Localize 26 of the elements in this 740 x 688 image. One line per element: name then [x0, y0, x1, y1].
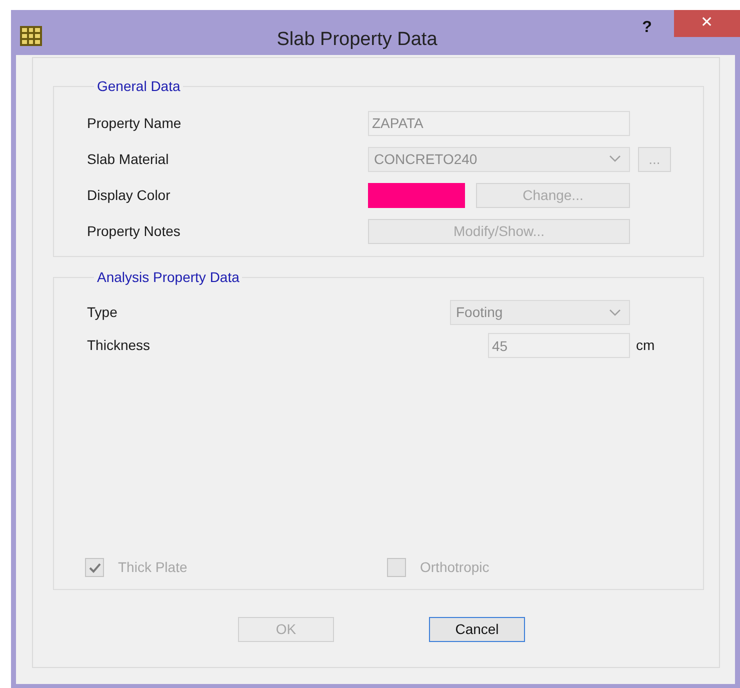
close-button[interactable]: ✕ [674, 10, 740, 37]
group-title: General Data [96, 77, 182, 96]
chevron-down-icon [609, 155, 621, 163]
help-button[interactable]: ? [632, 16, 662, 38]
checkbox-label: Thick Plate [118, 558, 188, 577]
unit-label: cm [636, 336, 655, 355]
checkbox-label: Orthotropic [420, 558, 490, 577]
grid-app-icon [20, 26, 42, 46]
field-label: Thickness [87, 336, 152, 355]
change-button[interactable]: Change... [476, 182, 630, 208]
chevron-down-icon [609, 308, 621, 316]
group-title: Analysis Property Data [96, 268, 240, 287]
field-label: Type [87, 303, 118, 322]
dialog-button[interactable]: Cancel [429, 617, 525, 642]
dropdown[interactable]: CONCRETO240 [368, 146, 630, 172]
field-label: Property Notes [87, 222, 182, 241]
checkmark-icon [88, 562, 100, 572]
window-title: Slab Property Data [276, 28, 438, 52]
modify-button[interactable]: Modify/Show... [368, 218, 630, 244]
field-label: Slab Material [87, 150, 170, 168]
field-label: Property Name [87, 114, 182, 133]
dropdown[interactable]: Footing [450, 300, 630, 325]
text-field[interactable]: 45 [488, 333, 630, 358]
field-label: Display Color [87, 186, 172, 205]
text-field[interactable]: ZAPATA [368, 110, 630, 136]
browse-button[interactable]: ... [638, 146, 671, 172]
